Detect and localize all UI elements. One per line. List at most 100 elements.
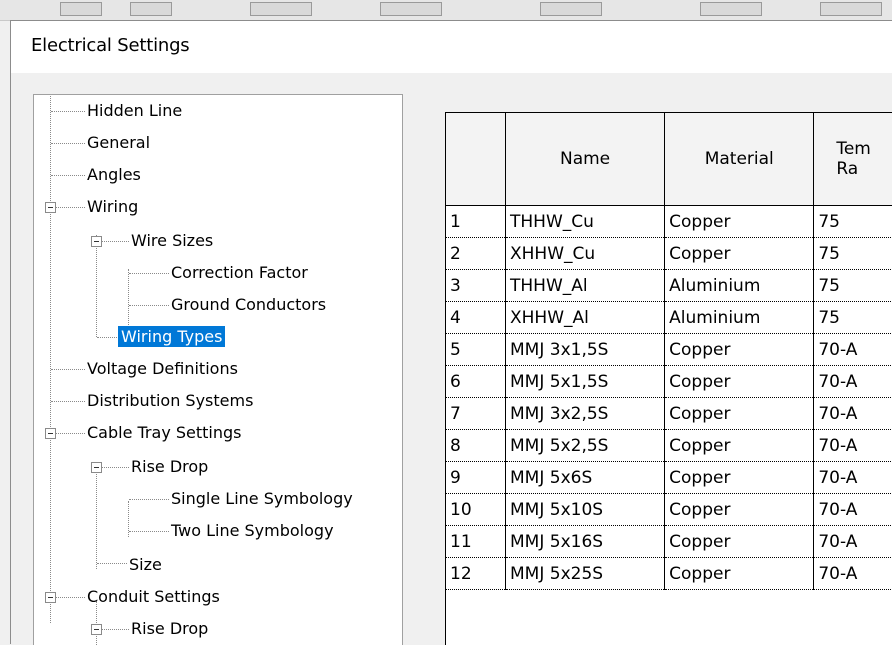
table-row[interactable]: 7 MMJ 3x2,5S Copper 70-A xyxy=(446,397,892,430)
cell-name[interactable]: MMJ 3x1,5S xyxy=(505,333,666,366)
collapse-rise-drop-icon[interactable] xyxy=(91,462,102,473)
title-bar[interactable]: Electrical Settings xyxy=(11,21,892,73)
row-number: 8 xyxy=(446,429,506,462)
wiring-types-grid[interactable]: Name Material Tem Ra 1 THHW_Cu Copper 75 2 XH… xyxy=(445,112,892,645)
tree-item-correction-factor[interactable]: Correction Factor xyxy=(168,257,311,289)
row-number: 12 xyxy=(446,557,506,590)
cell-material[interactable]: Copper xyxy=(664,429,815,462)
cell-name[interactable]: MMJ 5x10S xyxy=(505,493,666,526)
tree-connector xyxy=(96,469,97,569)
cell-temperature-rating[interactable]: 70-A xyxy=(813,429,892,462)
row-number: 3 xyxy=(446,269,506,302)
table-row[interactable]: 8 MMJ 5x2,5S Copper 70-A xyxy=(446,429,892,462)
cell-temperature-rating[interactable]: 70-A xyxy=(813,461,892,494)
settings-tree[interactable]: Hidden Line General Angles Wiring Wire S… xyxy=(33,94,403,645)
collapse-cable-tray-icon[interactable] xyxy=(45,428,56,439)
row-number: 6 xyxy=(446,365,506,398)
row-number: 9 xyxy=(446,461,506,494)
row-number: 4 xyxy=(446,301,506,334)
cell-name[interactable]: MMJ 5x25S xyxy=(505,557,666,590)
cell-temperature-rating[interactable]: 70-A xyxy=(813,365,892,398)
tree-item-hidden-line[interactable]: Hidden Line xyxy=(84,95,185,127)
cell-material[interactable]: Copper xyxy=(664,365,815,398)
tree-connector xyxy=(56,433,85,434)
cell-material[interactable]: Aluminium xyxy=(664,301,815,334)
cell-temperature-rating[interactable]: 70-A xyxy=(813,557,892,590)
cell-material[interactable]: Copper xyxy=(664,237,815,270)
table-row[interactable]: 2 XHHW_Cu Copper 75 xyxy=(446,237,892,270)
cell-name[interactable]: MMJ 3x2,5S xyxy=(505,397,666,430)
background-icon xyxy=(540,2,602,16)
cell-material[interactable]: Copper xyxy=(664,397,815,430)
tree-item-conduit-settings[interactable]: Conduit Settings xyxy=(84,581,223,613)
collapse-conduit-icon[interactable] xyxy=(45,592,56,603)
cell-temperature-rating[interactable]: 70-A xyxy=(813,397,892,430)
column-header-temperature-rating[interactable]: Tem Ra xyxy=(813,113,892,206)
cell-material[interactable]: Copper xyxy=(664,493,815,526)
cell-temperature-rating[interactable]: 75 xyxy=(813,269,892,302)
cell-name[interactable]: XHHW_Cu xyxy=(505,237,666,270)
tree-item-two-line-symbology[interactable]: Two Line Symbology xyxy=(168,515,337,547)
cell-temperature-rating[interactable]: 75 xyxy=(813,301,892,334)
tree-item-distribution-systems[interactable]: Distribution Systems xyxy=(84,385,256,417)
tree-item-conduit-rise-drop[interactable]: Rise Drop xyxy=(128,613,211,645)
table-row[interactable]: 11 MMJ 5x16S Copper 70-A xyxy=(446,525,892,558)
collapse-conduit-rise-drop-icon[interactable] xyxy=(91,624,102,635)
tree-item-rise-drop[interactable]: Rise Drop xyxy=(128,451,211,483)
background-icon xyxy=(250,2,312,16)
cell-name[interactable]: MMJ 5x2,5S xyxy=(505,429,666,462)
tree-connector xyxy=(51,175,85,176)
tree-connector xyxy=(56,207,85,208)
cell-name[interactable]: THHW_Al xyxy=(505,269,666,302)
row-number: 1 xyxy=(446,205,506,238)
column-header-name[interactable]: Name xyxy=(505,113,666,206)
cell-material[interactable]: Aluminium xyxy=(664,269,815,302)
cell-material[interactable]: Copper xyxy=(664,205,815,238)
tree-item-size[interactable]: Size xyxy=(126,549,165,581)
table-row[interactable]: 10 MMJ 5x10S Copper 70-A xyxy=(446,493,892,526)
row-header-corner xyxy=(446,113,506,206)
cell-temperature-rating[interactable]: 75 xyxy=(813,237,892,270)
tree-connector xyxy=(51,369,85,370)
cell-material[interactable]: Copper xyxy=(664,525,815,558)
cell-temperature-rating[interactable]: 70-A xyxy=(813,493,892,526)
table-row[interactable]: 3 THHW_Al Aluminium 75 xyxy=(446,269,892,302)
tree-connector xyxy=(97,563,127,564)
tree-item-angles[interactable]: Angles xyxy=(84,159,144,191)
table-row[interactable]: 9 MMJ 5x6S Copper 70-A xyxy=(446,461,892,494)
cell-name[interactable]: MMJ 5x16S xyxy=(505,525,666,558)
row-number: 10 xyxy=(446,493,506,526)
table-row[interactable]: 12 MMJ 5x25S Copper 70-A xyxy=(446,557,892,590)
cell-name[interactable]: XHHW_Al xyxy=(505,301,666,334)
tree-connector xyxy=(50,95,51,623)
table-row[interactable]: 5 MMJ 3x1,5S Copper 70-A xyxy=(446,333,892,366)
tree-item-ground-conductors[interactable]: Ground Conductors xyxy=(168,289,329,321)
cell-temperature-rating[interactable]: 70-A xyxy=(813,525,892,558)
table-row[interactable]: 1 THHW_Cu Copper 75 xyxy=(446,205,892,238)
tree-connector xyxy=(129,531,169,532)
cell-material[interactable]: Copper xyxy=(664,557,815,590)
collapse-wire-sizes-icon[interactable] xyxy=(91,236,102,247)
cell-temperature-rating[interactable]: 70-A xyxy=(813,333,892,366)
cell-name[interactable]: MMJ 5x1,5S xyxy=(505,365,666,398)
tree-item-voltage-definitions[interactable]: Voltage Definitions xyxy=(84,353,241,385)
cell-name[interactable]: MMJ 5x6S xyxy=(505,461,666,494)
cell-temperature-rating[interactable]: 75 xyxy=(813,205,892,238)
tree-item-single-line-symbology[interactable]: Single Line Symbology xyxy=(168,483,356,515)
tree-item-wiring-types[interactable]: Wiring Types xyxy=(118,321,226,353)
table-row[interactable]: 6 MMJ 5x1,5S Copper 70-A xyxy=(446,365,892,398)
column-header-material[interactable]: Material xyxy=(664,113,815,206)
cell-material[interactable]: Copper xyxy=(664,333,815,366)
tree-connector xyxy=(102,467,129,468)
table-row[interactable]: 4 XHHW_Al Aluminium 75 xyxy=(446,301,892,334)
collapse-wiring-icon[interactable] xyxy=(45,202,56,213)
tree-connector xyxy=(129,273,169,274)
tree-connector xyxy=(51,401,85,402)
tree-connector xyxy=(102,241,129,242)
tree-item-wire-sizes[interactable]: Wire Sizes xyxy=(128,225,216,257)
cell-material[interactable]: Copper xyxy=(664,461,815,494)
tree-item-wiring[interactable]: Wiring xyxy=(84,191,141,223)
cell-name[interactable]: THHW_Cu xyxy=(505,205,666,238)
tree-item-cable-tray-settings[interactable]: Cable Tray Settings xyxy=(84,417,245,449)
tree-item-general[interactable]: General xyxy=(84,127,153,159)
